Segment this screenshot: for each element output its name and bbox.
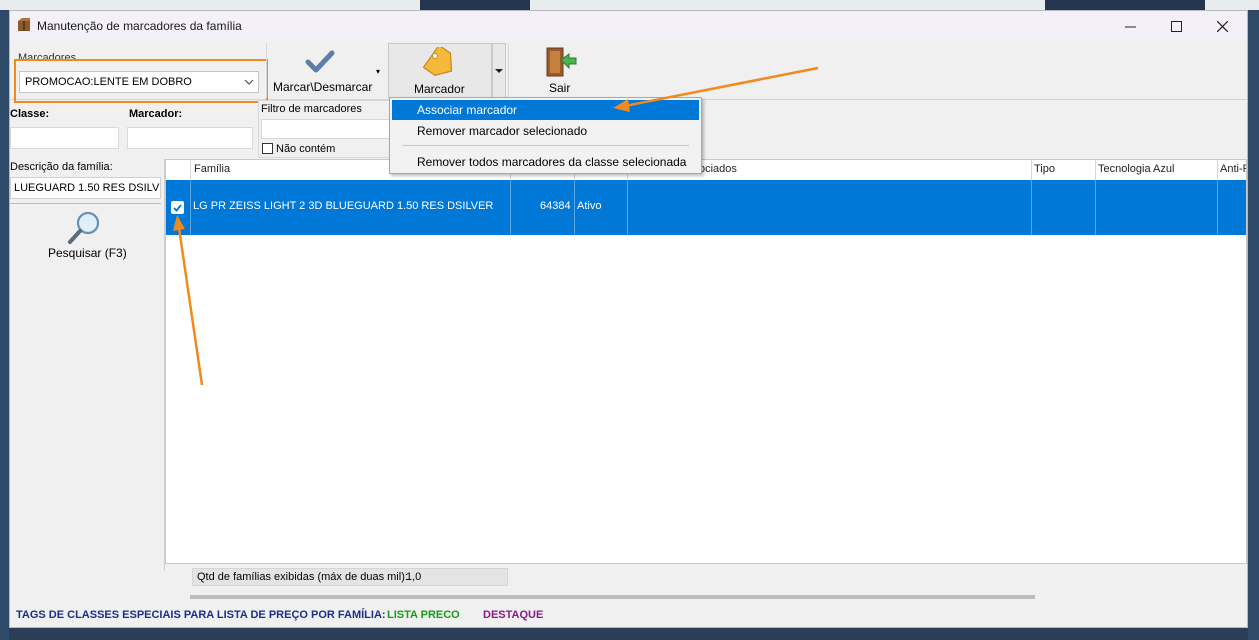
- pesquisar-label: Pesquisar (F3): [48, 246, 127, 260]
- nao-contem-checkbox[interactable]: [262, 143, 273, 154]
- app-box-icon: [18, 18, 30, 31]
- tag-icon: [423, 47, 453, 77]
- title-bar: Manutenção de marcadores da família: [10, 11, 1247, 41]
- tags-title: TAGS DE CLASSES ESPECIAIS PARA LISTA DE …: [16, 609, 386, 621]
- divider: [10, 203, 161, 204]
- tag-lista-preco: LISTA PRECO: [387, 609, 460, 621]
- menu-separator: [402, 145, 689, 146]
- marcar-desmarcar-dropdown-arrow[interactable]: ▾: [376, 67, 386, 77]
- qtd-area: Qtd de famílias exibidas (máx de duas mi…: [165, 565, 1247, 589]
- close-icon: [1216, 20, 1228, 32]
- toolbar: Marcadores PROMOCAO:LENTE EM DOBRO Marca…: [10, 41, 1247, 103]
- filtro-marcadores-label: Filtro de marcadores: [261, 103, 362, 115]
- sair-button[interactable]: Sair: [508, 43, 609, 98]
- magnifier-icon: [68, 211, 100, 244]
- filtro-marcadores-input[interactable]: [261, 119, 391, 139]
- qtd-label: Qtd de famílias exibidas (máx de duas mi…: [197, 571, 408, 583]
- marcar-desmarcar-button[interactable]: Marcar\Desmarcar: [266, 43, 377, 98]
- checkmark-icon: [173, 204, 182, 212]
- marcador-input[interactable]: [127, 127, 253, 149]
- qtd-box: Qtd de famílias exibidas (máx de duas mi…: [192, 568, 508, 586]
- descricao-input[interactable]: LUEGUARD 1.50 RES DSILVER: [10, 177, 161, 199]
- cell-familia: LG PR ZEISS LIGHT 2 3D BLUEGUARD 1.50 RE…: [193, 200, 494, 212]
- desktop-background-top: [0, 0, 1259, 10]
- menu-item-label: Remover todos marcadores da classe selec…: [417, 155, 687, 169]
- row-checkbox[interactable]: [171, 201, 184, 214]
- descricao-label: Descrição da família:: [10, 161, 113, 173]
- marcador-filter-label: Marcador:: [129, 108, 183, 120]
- header-familia[interactable]: Família: [194, 163, 230, 175]
- table-row[interactable]: LG PR ZEISS LIGHT 2 3D BLUEGUARD 1.50 RE…: [166, 180, 1246, 235]
- cell-status: Ativo: [577, 200, 602, 212]
- marcador-button[interactable]: Marcador: [388, 43, 492, 98]
- header-anti[interactable]: Anti-R: [1220, 163, 1246, 175]
- classe-label: Classe:: [10, 108, 50, 120]
- families-grid: Família ociados Tipo Tecnologia Azul Ant…: [165, 159, 1247, 564]
- checkmark-icon: [305, 50, 335, 73]
- sair-label: Sair: [549, 81, 571, 95]
- menu-item-associar-marcador[interactable]: Associar marcador: [392, 100, 699, 120]
- header-tecnologia-azul[interactable]: Tecnologia Azul: [1098, 163, 1174, 175]
- menu-item-remover-todos[interactable]: Remover todos marcadores da classe selec…: [392, 152, 699, 172]
- filtro-marcadores-group: Filtro de marcadores Não contém: [258, 100, 398, 158]
- grid-header: Família ociados Tipo Tecnologia Azul Ant…: [166, 160, 1246, 181]
- menu-item-label: Associar marcador: [417, 103, 518, 117]
- tags-bar: TAGS DE CLASSES ESPECIAIS PARA LISTA DE …: [10, 603, 1247, 627]
- window-title: Manutenção de marcadores da família: [37, 19, 242, 33]
- close-button[interactable]: [1199, 11, 1245, 41]
- marcador-label: Marcador: [414, 82, 465, 96]
- marcar-desmarcar-label: Marcar\Desmarcar: [273, 80, 373, 94]
- nao-contem-label: Não contém: [276, 143, 336, 155]
- tag-destaque: DESTAQUE: [483, 609, 544, 621]
- marcador-dropdown-menu: Associar marcador Remover marcador selec…: [389, 97, 702, 174]
- maximize-icon: [1170, 20, 1182, 32]
- horizontal-scrollbar[interactable]: [190, 595, 1035, 599]
- menu-item-remover-marcador[interactable]: Remover marcador selecionado: [392, 121, 699, 141]
- desktop-background-right: [1248, 10, 1259, 640]
- header-associados[interactable]: ociados: [699, 163, 737, 175]
- left-panel: Descrição da família: LUEGUARD 1.50 RES …: [10, 159, 165, 571]
- caret-down-icon: [495, 68, 503, 73]
- minimize-button[interactable]: [1107, 11, 1153, 41]
- exit-door-icon: [546, 47, 577, 77]
- cell-codigo: 64384: [540, 200, 571, 212]
- minimize-icon: [1124, 26, 1136, 27]
- marcador-dropdown-button[interactable]: [492, 43, 506, 98]
- qtd-value: 1,0: [406, 571, 422, 583]
- header-tipo[interactable]: Tipo: [1034, 163, 1055, 175]
- desktop-background-left: [0, 10, 9, 640]
- annotation-highlight-box: [14, 59, 268, 103]
- classe-input[interactable]: [10, 127, 119, 149]
- pesquisar-button[interactable]: Pesquisar (F3): [40, 209, 130, 264]
- menu-item-label: Remover marcador selecionado: [417, 124, 588, 138]
- maximize-button[interactable]: [1153, 11, 1199, 41]
